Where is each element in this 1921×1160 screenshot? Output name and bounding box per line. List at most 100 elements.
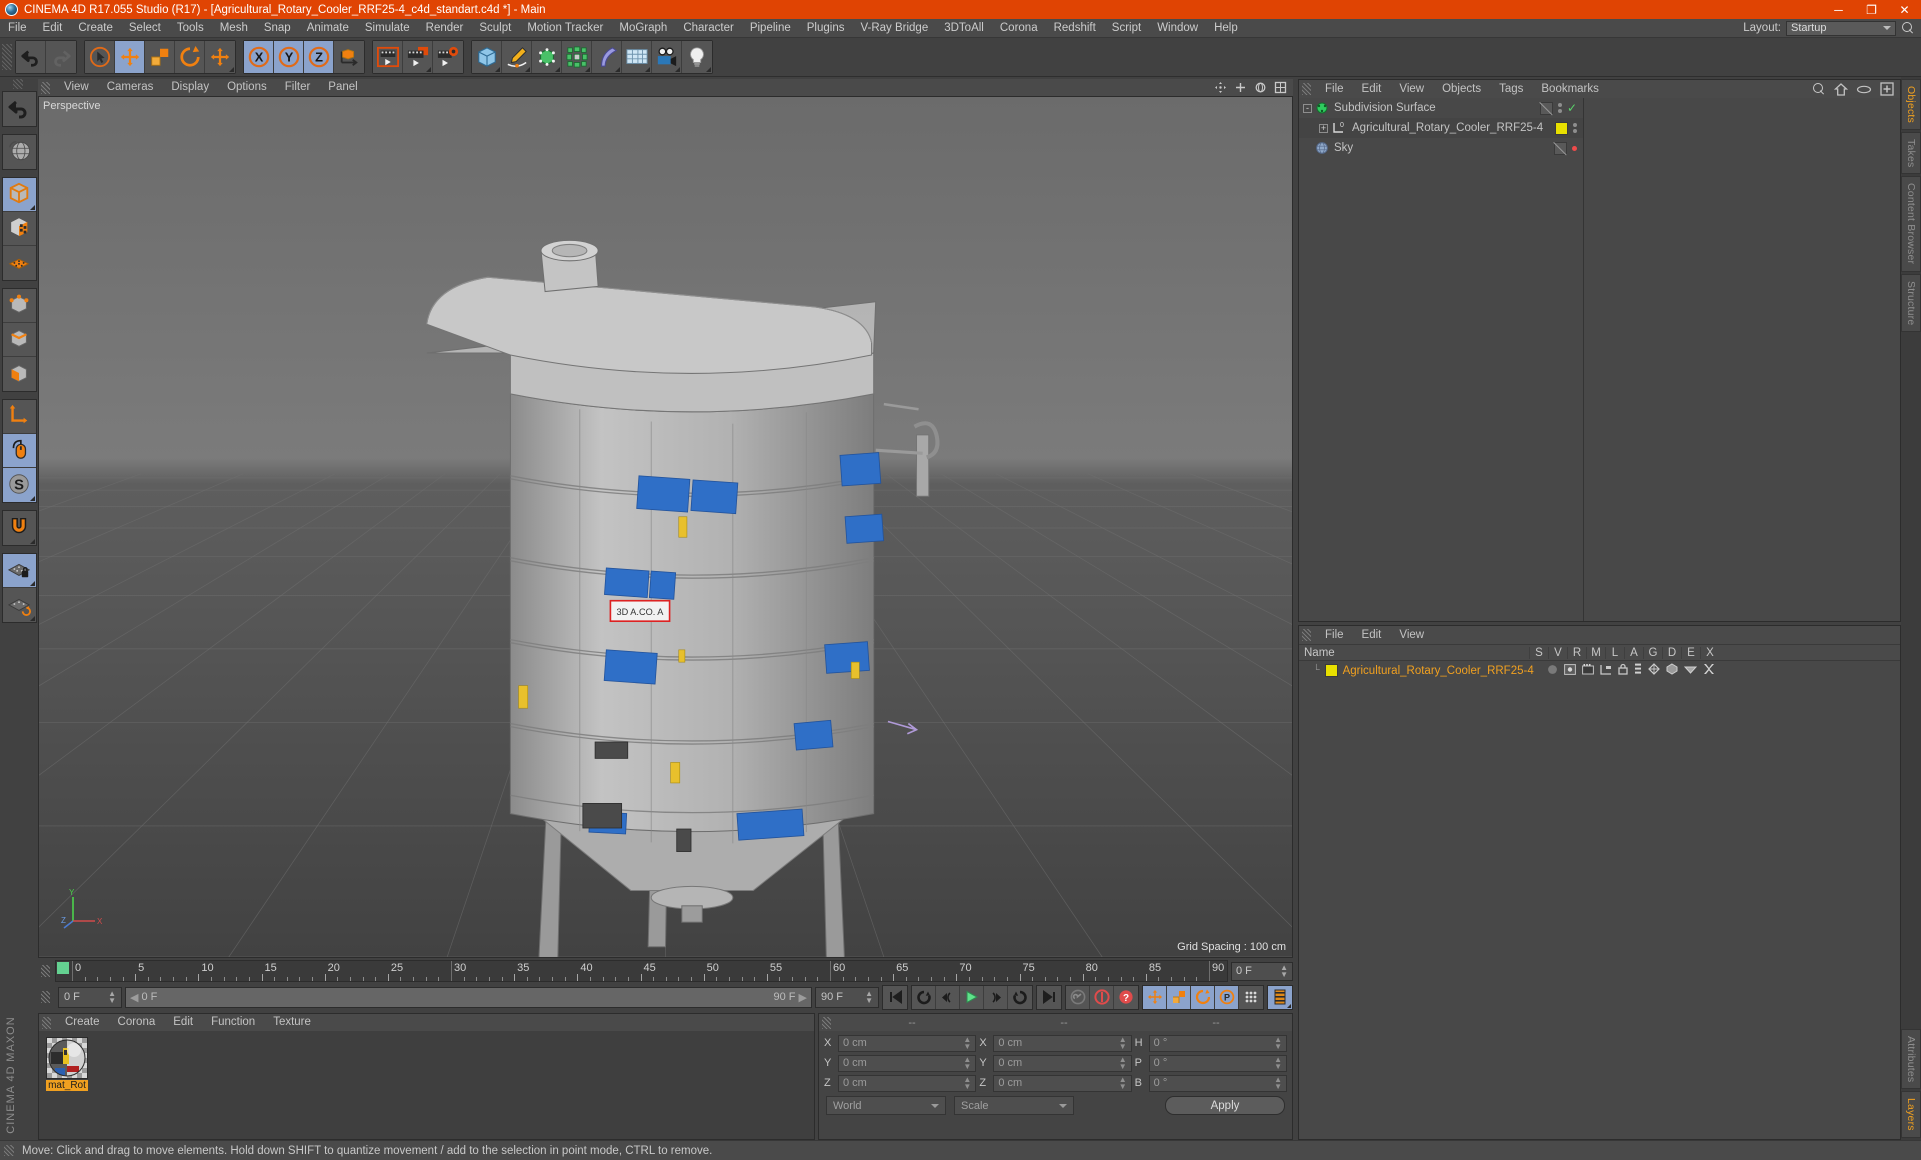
spinner-icon[interactable]: ▲ ▼ [865, 990, 873, 1005]
search-icon[interactable] [1901, 21, 1915, 35]
expressions-toggle-icon[interactable] [1683, 664, 1697, 678]
current-frame-field[interactable]: 0 F ▲ ▼ [1231, 961, 1293, 981]
playback-grip[interactable] [41, 991, 50, 1003]
previous-frame-button[interactable] [936, 985, 960, 1009]
workplane-lock-button[interactable] [2, 554, 36, 588]
left-toolbar-grip[interactable] [12, 79, 23, 89]
menu-script[interactable]: Script [1104, 19, 1149, 38]
next-frame-button[interactable] [984, 985, 1008, 1009]
coord-field-size-x[interactable]: 0 cm ▲ ▼ [993, 1034, 1132, 1052]
coord-field-position-z[interactable]: 0 cm ▲ ▼ [838, 1074, 977, 1092]
deformers-toggle-icon[interactable] [1666, 663, 1678, 678]
layer-column-L[interactable]: L [1605, 646, 1624, 659]
viewport-menu-cameras[interactable]: Cameras [98, 79, 163, 96]
coord-field-size-z[interactable]: 0 cm ▲ ▼ [993, 1074, 1132, 1092]
object-menu-view[interactable]: View [1390, 80, 1433, 98]
go-to-end-button[interactable] [1037, 985, 1061, 1009]
coord-field-position-x[interactable]: 0 cm ▲ ▼ [838, 1034, 977, 1052]
point-level-animation-button[interactable] [1239, 985, 1263, 1009]
x-axis-lock-button[interactable]: X [244, 41, 274, 73]
points-mode-button[interactable] [2, 289, 36, 323]
eye-icon[interactable] [1856, 84, 1872, 95]
object-row[interactable]: Sky [1299, 138, 1583, 158]
object-menu-file[interactable]: File [1316, 80, 1353, 98]
layer-list[interactable]: └ Agricultural_Rotary_Cooler_RRF25-4 [1299, 661, 1900, 1139]
layer-menu-view[interactable]: View [1390, 626, 1433, 644]
spinner-icon[interactable]: ▲ ▼ [963, 1036, 971, 1051]
layer-column-D[interactable]: D [1662, 646, 1681, 659]
end-frame-field[interactable]: 90 F ▲ ▼ [815, 986, 879, 1008]
tab-takes[interactable]: Takes [1901, 132, 1921, 175]
render-region-button[interactable] [2, 135, 36, 169]
layer-column-R[interactable]: R [1567, 646, 1586, 659]
layer-column-X[interactable]: X [1700, 646, 1719, 659]
spinner-icon[interactable]: ▲ ▼ [108, 990, 116, 1005]
menu-mesh[interactable]: Mesh [212, 19, 256, 38]
toolbar-grip[interactable] [2, 44, 12, 70]
menu-window[interactable]: Window [1149, 19, 1206, 38]
play-backwards-button[interactable] [912, 985, 936, 1009]
layer-manager-grip[interactable] [1302, 629, 1311, 641]
menu-create[interactable]: Create [70, 19, 121, 38]
object-menu-objects[interactable]: Objects [1433, 80, 1490, 98]
render-settings-button[interactable] [433, 41, 463, 73]
enable-snapping-button[interactable]: S [2, 468, 36, 502]
layer-column-V[interactable]: V [1548, 646, 1567, 659]
material-menu-edit[interactable]: Edit [164, 1014, 202, 1031]
coord-field-rotation-h[interactable]: 0 ° ▲ ▼ [1148, 1034, 1287, 1052]
solo-toggle-icon[interactable] [1547, 664, 1558, 678]
coord-field-position-y[interactable]: 0 cm ▲ ▼ [838, 1054, 977, 1072]
menu-simulate[interactable]: Simulate [357, 19, 418, 38]
menu-3dtoall[interactable]: 3DToAll [936, 19, 992, 38]
viewport-navigation-button[interactable] [2, 434, 36, 468]
move-secondary-button[interactable] [205, 41, 235, 73]
menu-plugins[interactable]: Plugins [799, 19, 853, 38]
maximize-button[interactable]: ❐ [1855, 0, 1888, 19]
material-grip[interactable] [42, 1016, 51, 1029]
undo-button[interactable] [16, 41, 46, 73]
range-left-arrow-icon[interactable]: ◀ [130, 991, 138, 1004]
material-menu-create[interactable]: Create [56, 1014, 109, 1031]
object-menu-tags[interactable]: Tags [1490, 80, 1532, 98]
add-deformer-button[interactable] [592, 41, 622, 73]
layer-column-G[interactable]: G [1643, 646, 1662, 659]
move-tool-button[interactable] [115, 41, 145, 73]
add-spline-button[interactable] [502, 41, 532, 73]
spinner-icon[interactable]: ▲ ▼ [1274, 1056, 1282, 1071]
minimize-button[interactable]: ─ [1822, 0, 1855, 19]
live-selection-button[interactable] [85, 41, 115, 73]
z-axis-lock-button[interactable]: Z [304, 41, 334, 73]
xpresso-toggle-icon[interactable] [1703, 663, 1714, 678]
tab-objects[interactable]: Objects [1901, 79, 1921, 130]
workplane-rotate-button[interactable] [2, 588, 36, 622]
scale-tool-button[interactable] [145, 41, 175, 73]
rotate-tool-button[interactable] [175, 41, 205, 73]
timeline-filmstrip-button[interactable] [1268, 985, 1292, 1009]
coord-field-rotation-p[interactable]: 0 ° ▲ ▼ [1148, 1054, 1287, 1072]
start-frame-field[interactable]: 0 F ▲ ▼ [58, 986, 122, 1008]
timeline-ruler[interactable]: 0 5 10 15 20 25 30 35 40 45 50 55 60 65 70 75 80 85 90 [55, 960, 1228, 982]
material-menu-function[interactable]: Function [202, 1014, 264, 1031]
disabled-dot-icon[interactable] [1572, 145, 1577, 151]
home-icon[interactable] [1834, 82, 1848, 96]
material-menu-corona[interactable]: Corona [109, 1014, 165, 1031]
material-tag-icon[interactable] [1555, 121, 1568, 135]
spinner-icon[interactable]: ▲ ▼ [1119, 1056, 1127, 1071]
material-item[interactable]: mat_Rot [45, 1037, 89, 1091]
add-layer-icon[interactable] [1880, 82, 1894, 96]
range-right-arrow-icon[interactable]: ▶ [799, 991, 807, 1004]
menu-edit[interactable]: Edit [35, 19, 71, 38]
spinner-icon[interactable]: ▲ ▼ [1274, 1036, 1282, 1051]
generators-toggle-icon[interactable] [1647, 663, 1660, 678]
coord-field-size-y[interactable]: 0 cm ▲ ▼ [993, 1054, 1132, 1072]
visibility-toggle-icon[interactable] [1539, 101, 1553, 115]
model-mode-button[interactable] [2, 178, 36, 212]
y-axis-lock-button[interactable]: Y [274, 41, 304, 73]
menu-redshift[interactable]: Redshift [1046, 19, 1104, 38]
menu-mograph[interactable]: MoGraph [611, 19, 675, 38]
zoom-view-icon[interactable] [1234, 81, 1247, 94]
magnet-tool-button[interactable] [2, 511, 36, 545]
expander-icon[interactable]: - [1303, 103, 1312, 113]
layer-column-M[interactable]: M [1586, 646, 1605, 659]
manager-toggle-icon[interactable] [1600, 664, 1612, 678]
